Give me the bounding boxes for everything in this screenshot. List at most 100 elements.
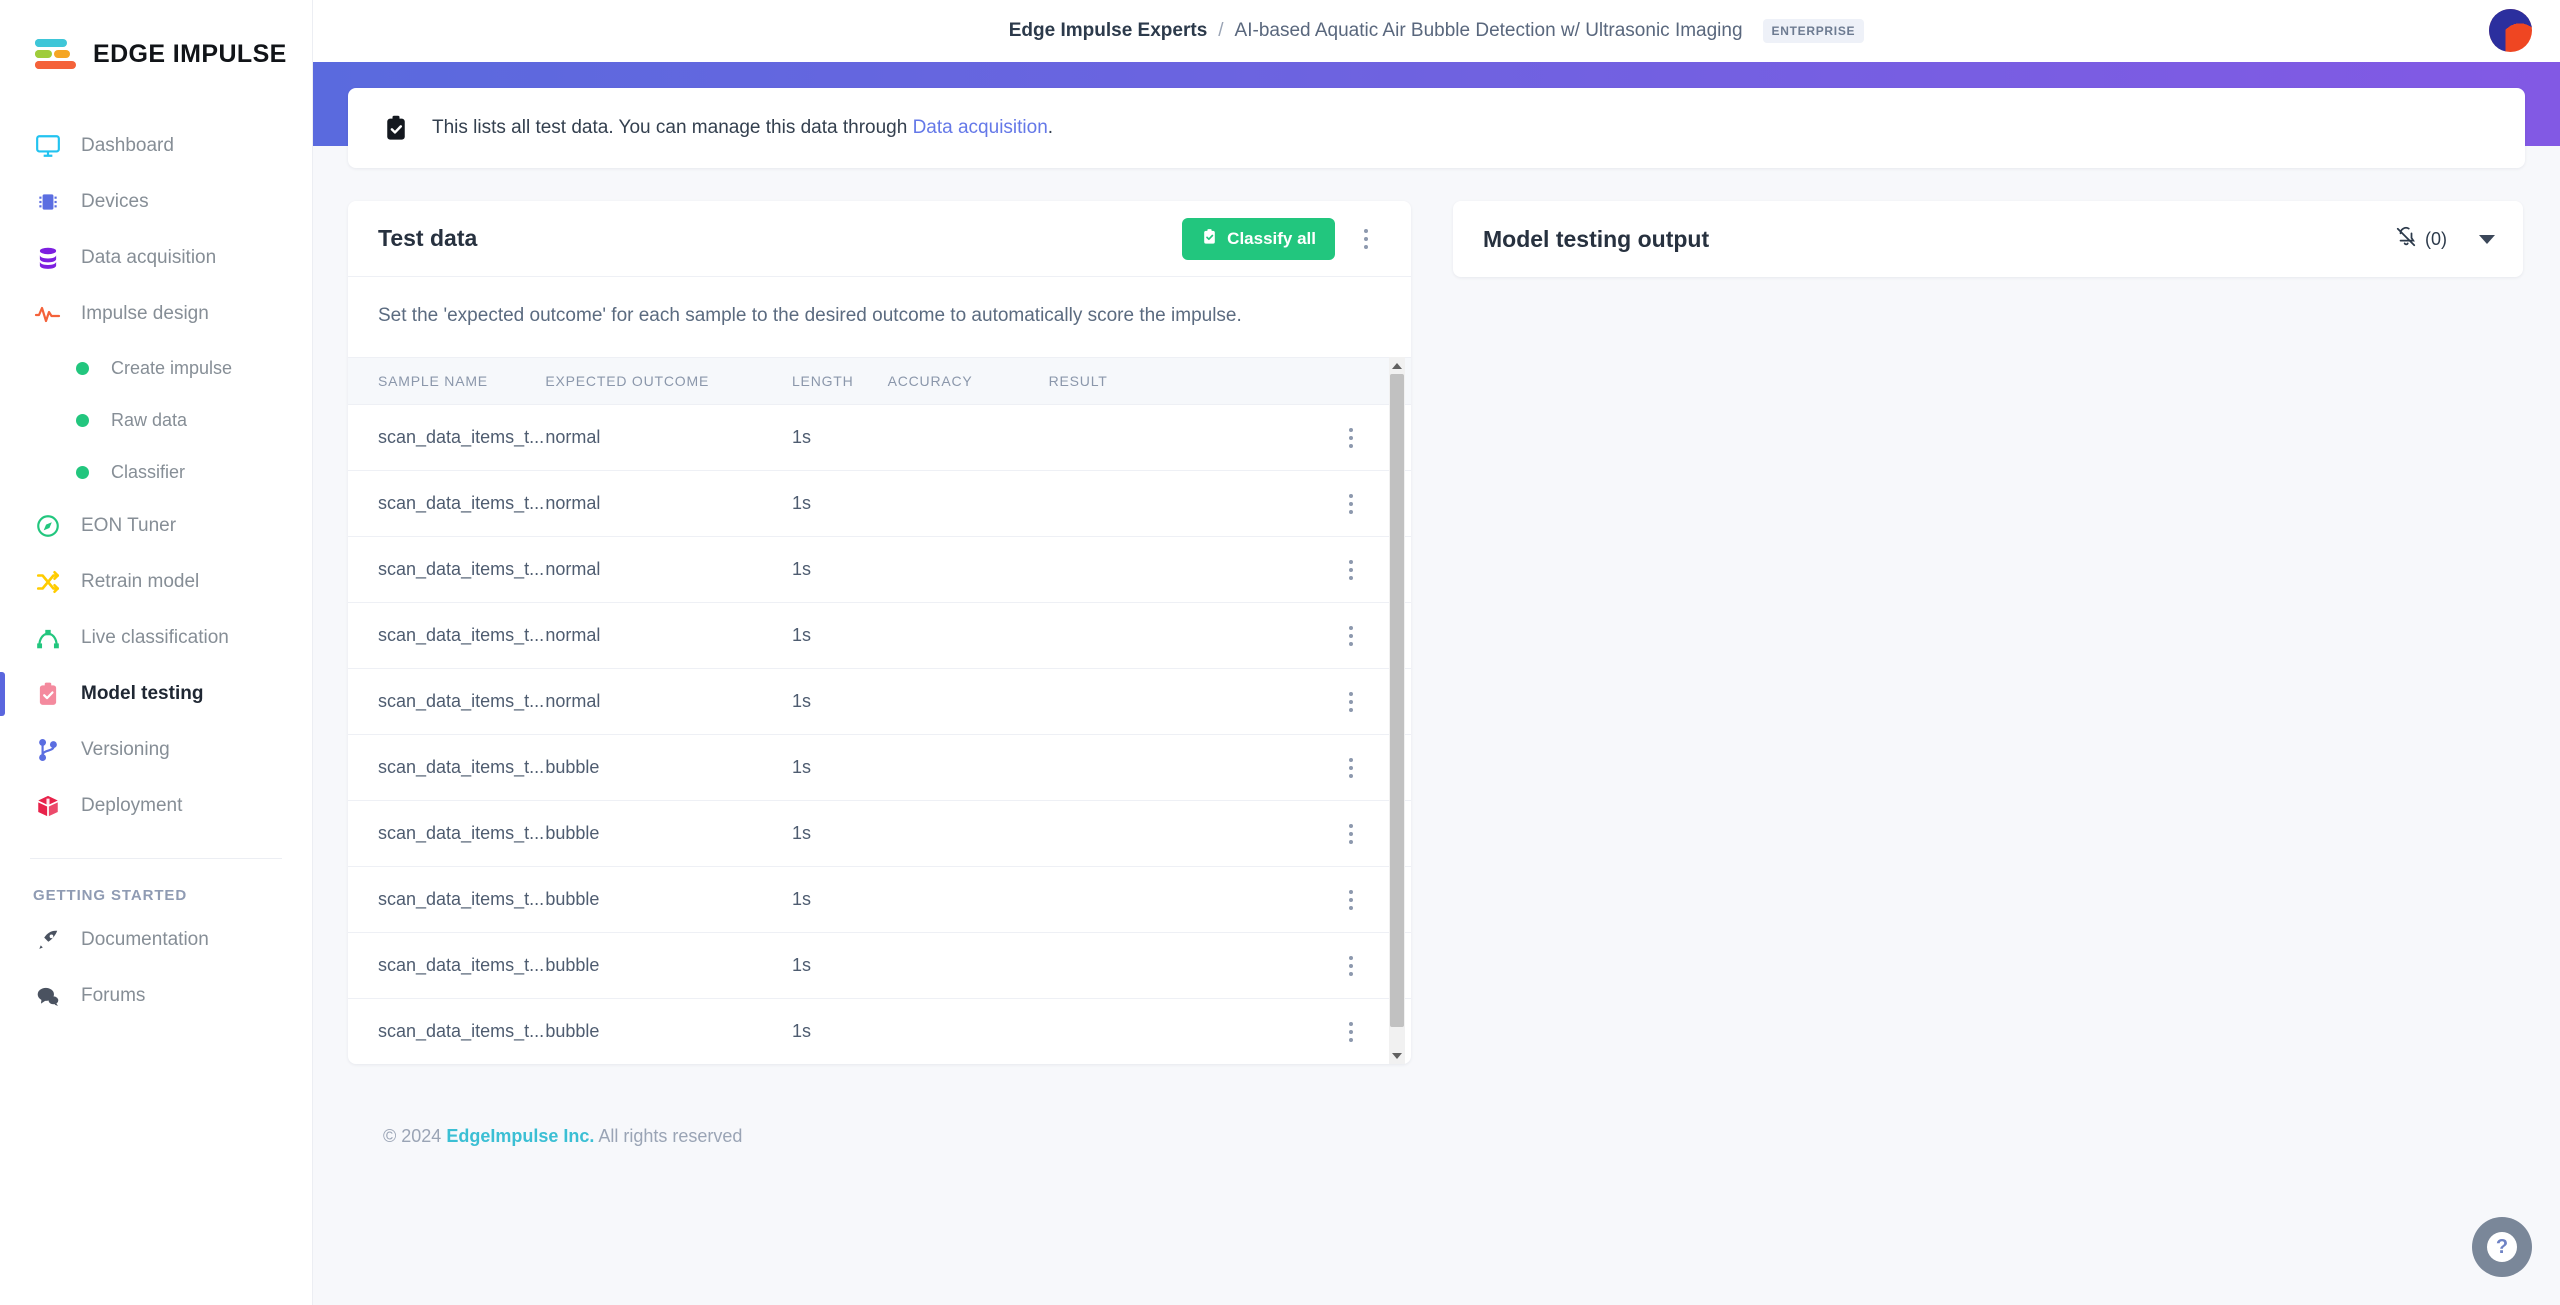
logo[interactable]: EDGE IMPULSE xyxy=(0,0,312,108)
cell-expected-outcome[interactable]: normal xyxy=(545,470,792,537)
table-body: scan_data_items_t... normal 1s scan_data_it… xyxy=(348,404,1411,1065)
data-acquisition-link[interactable]: Data acquisition xyxy=(913,117,1048,138)
notifications-toggle[interactable]: (0) xyxy=(2395,226,2447,253)
cell-sample-name: scan_data_items_t... xyxy=(348,734,546,801)
bell-off-icon xyxy=(2395,226,2417,253)
cell-expected-outcome[interactable]: normal xyxy=(545,536,792,603)
sidebar-subitem-label: Create impulse xyxy=(111,357,233,378)
table-row[interactable]: scan_data_items_t... normal 1s xyxy=(348,602,1411,669)
cell-sample-name: scan_data_items_t... xyxy=(348,668,546,735)
chevron-down-icon[interactable] xyxy=(2479,234,2495,244)
cell-expected-outcome[interactable]: bubble xyxy=(545,932,792,999)
cell-result xyxy=(1048,734,1291,801)
main-area: Edge Impulse Experts / AI-based Aquatic … xyxy=(313,0,2560,1305)
breadcrumb-separator: / xyxy=(1218,20,1224,41)
table-row[interactable]: scan_data_items_t... normal 1s xyxy=(348,470,1411,537)
monitor-icon xyxy=(33,131,63,161)
scroll-up-arrow-icon[interactable] xyxy=(1389,357,1405,374)
cell-sample-name: scan_data_items_t... xyxy=(348,932,546,999)
compass-icon xyxy=(33,511,63,541)
sidebar-item-label: Model testing xyxy=(81,683,204,704)
cell-expected-outcome[interactable]: normal xyxy=(545,404,792,471)
cell-result xyxy=(1048,932,1291,999)
table-row[interactable]: scan_data_items_t... normal 1s xyxy=(348,536,1411,603)
topbar: Edge Impulse Experts / AI-based Aquatic … xyxy=(313,0,2560,62)
dot-icon xyxy=(76,361,89,375)
table-header: SAMPLE NAME EXPECTED OUTCOME LENGTH ACCU… xyxy=(348,357,1411,405)
cell-expected-outcome[interactable]: bubble xyxy=(545,734,792,801)
test-data-card: Test data Classify all Set the 'expected… xyxy=(348,201,1411,1064)
table-scrollbar[interactable] xyxy=(1389,357,1405,1064)
sidebar-item-create-impulse[interactable]: Create impulse xyxy=(0,342,312,394)
sidebar-item-raw-data[interactable]: Raw data xyxy=(0,394,312,446)
cell-sample-name: scan_data_items_t... xyxy=(348,404,546,471)
table-row[interactable]: scan_data_items_t... normal 1s xyxy=(348,668,1411,735)
sidebar-item-label: Deployment xyxy=(81,795,183,816)
sidebar-item-label: Forums xyxy=(81,985,146,1006)
column-header-expected-outcome: EXPECTED OUTCOME xyxy=(545,357,792,405)
model-output-title: Model testing output xyxy=(1483,225,1710,252)
table-row[interactable]: scan_data_items_t... bubble 1s xyxy=(348,734,1411,801)
cell-expected-outcome[interactable]: bubble xyxy=(545,999,792,1065)
sidebar-item-retrain-model[interactable]: Retrain model xyxy=(0,554,312,610)
cell-result xyxy=(1048,470,1291,537)
sidebar-item-dashboard[interactable]: Dashboard xyxy=(0,118,312,174)
cell-length: 1s xyxy=(791,866,888,933)
table-row[interactable]: scan_data_items_t... bubble 1s xyxy=(348,999,1411,1065)
sidebar-item-documentation[interactable]: Documentation xyxy=(0,912,312,968)
sidebar-item-versioning[interactable]: Versioning xyxy=(0,722,312,778)
sidebar-item-eon-tuner[interactable]: EON Tuner xyxy=(0,498,312,554)
cell-expected-outcome[interactable]: normal xyxy=(545,602,792,669)
sidebar-item-devices[interactable]: Devices xyxy=(0,174,312,230)
sidebar-item-forums[interactable]: Forums xyxy=(0,968,312,1024)
cell-sample-name: scan_data_items_t... xyxy=(348,536,546,603)
sidebar-item-label: Live classification xyxy=(81,627,229,648)
cell-accuracy xyxy=(887,470,1049,537)
git-branch-icon xyxy=(33,735,63,765)
cell-length: 1s xyxy=(791,602,888,669)
sidebar-item-data-acquisition[interactable]: Data acquisition xyxy=(0,230,312,286)
shuffle-icon xyxy=(33,567,63,597)
cards-row: Test data Classify all Set the 'expected… xyxy=(348,201,2525,1064)
cell-accuracy xyxy=(887,536,1049,603)
dot-icon xyxy=(76,465,89,479)
page-content: This lists all test data. You can manage… xyxy=(313,88,2560,1147)
clipboard-check-icon xyxy=(1201,228,1218,250)
cell-expected-outcome[interactable]: bubble xyxy=(545,866,792,933)
footer-rights: All rights reserved xyxy=(598,1126,743,1146)
cell-accuracy xyxy=(887,800,1049,867)
cell-accuracy xyxy=(887,734,1049,801)
table-row[interactable]: scan_data_items_t... bubble 1s xyxy=(348,800,1411,867)
help-button[interactable]: ? xyxy=(2472,1217,2532,1277)
test-data-table: SAMPLE NAME EXPECTED OUTCOME LENGTH ACCU… xyxy=(348,357,1411,1064)
sidebar-item-live-classification[interactable]: Live classification xyxy=(0,610,312,666)
sidebar-item-label: Devices xyxy=(81,191,149,212)
scrollbar-thumb[interactable] xyxy=(1390,374,1404,1027)
classify-all-label: Classify all xyxy=(1227,228,1316,248)
breadcrumb-org[interactable]: Edge Impulse Experts xyxy=(1009,20,1208,42)
table-row[interactable]: scan_data_items_t... bubble 1s xyxy=(348,866,1411,933)
avatar[interactable] xyxy=(2489,9,2532,52)
box-icon xyxy=(33,791,63,821)
cell-length: 1s xyxy=(791,932,888,999)
footer-company[interactable]: EdgeImpulse Inc. xyxy=(446,1126,594,1146)
classify-all-button[interactable]: Classify all xyxy=(1182,217,1335,260)
cell-result xyxy=(1049,999,1291,1065)
cell-expected-outcome[interactable]: normal xyxy=(545,668,792,735)
info-banner-text: This lists all test data. You can manage… xyxy=(432,117,1053,139)
scroll-down-arrow-icon[interactable] xyxy=(1389,1047,1405,1064)
table-row[interactable]: scan_data_items_t... normal 1s xyxy=(348,404,1411,471)
sidebar-item-impulse-design[interactable]: Impulse design xyxy=(0,286,312,342)
cell-expected-outcome[interactable]: bubble xyxy=(545,800,792,867)
banner-text-before: This lists all test data. You can manage… xyxy=(432,117,913,138)
sidebar-item-model-testing[interactable]: Model testing xyxy=(0,666,312,722)
footer-copyright: © 2024 xyxy=(383,1126,442,1146)
cell-result xyxy=(1048,536,1291,603)
table-row[interactable]: scan_data_items_t... bubble 1s xyxy=(348,932,1411,999)
sidebar-item-classifier[interactable]: Classifier xyxy=(0,446,312,498)
logo-text: EDGE IMPULSE xyxy=(93,39,287,68)
sidebar-item-deployment[interactable]: Deployment xyxy=(0,778,312,834)
kebab-menu-icon[interactable] xyxy=(1349,220,1383,258)
scrollbar-track[interactable] xyxy=(1389,374,1405,1047)
breadcrumb-project[interactable]: AI-based Aquatic Air Bubble Detection w/… xyxy=(1235,20,1743,42)
